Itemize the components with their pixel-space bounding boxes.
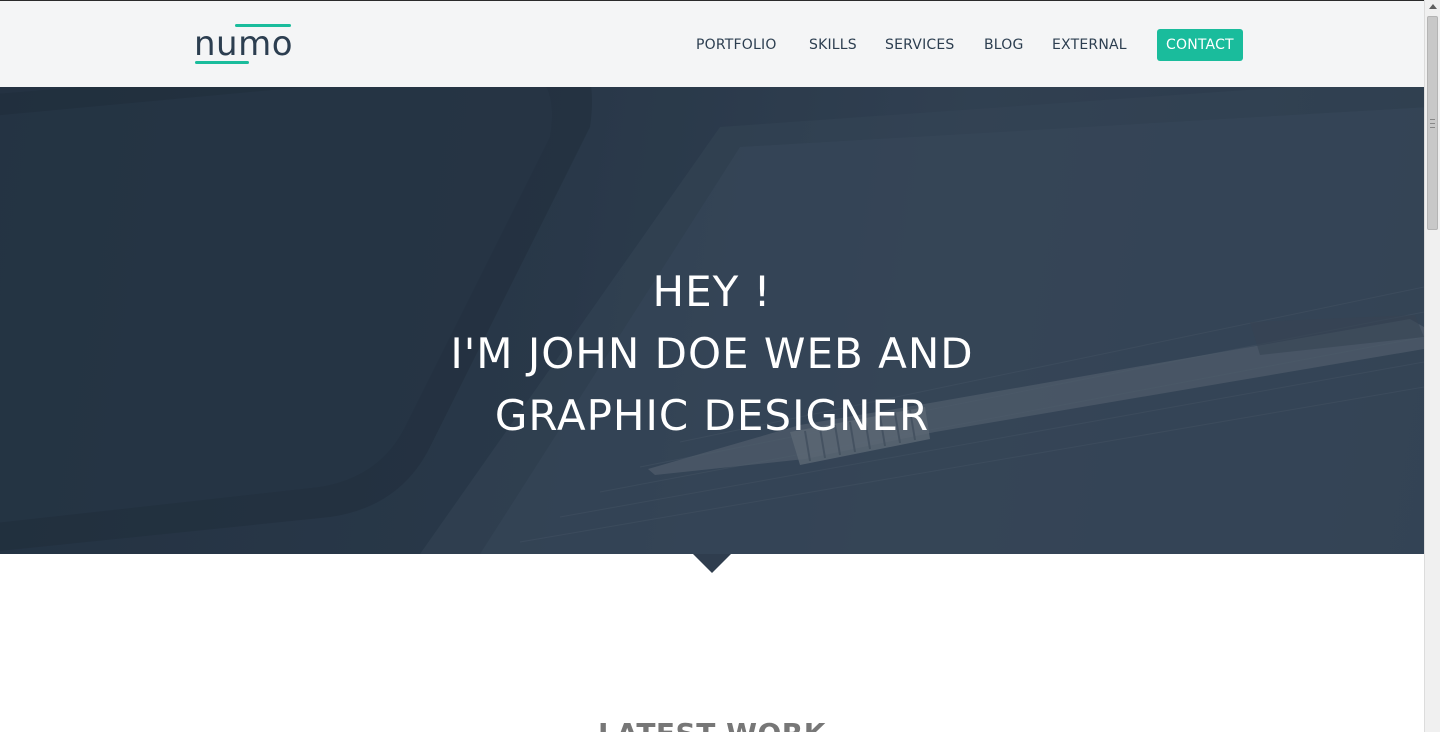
- page: numo PORTFOLIO SKILLS SERVICES BLOG EXTE…: [0, 0, 1424, 732]
- site-header: numo PORTFOLIO SKILLS SERVICES BLOG EXTE…: [0, 1, 1424, 87]
- scroll-up-icon[interactable]: [1429, 4, 1437, 9]
- hero-down-arrow: [693, 554, 731, 573]
- hero-line-role: GRAPHIC DESIGNER: [494, 391, 930, 441]
- hero-line-intro: I'M JOHN DOE WEB AND: [450, 329, 974, 379]
- menu-icon: [1430, 119, 1435, 128]
- nav-skills[interactable]: SKILLS: [809, 29, 857, 61]
- vertical-scrollbar[interactable]: [1424, 0, 1440, 732]
- nav-portfolio[interactable]: PORTFOLIO: [696, 29, 777, 61]
- nav-blog[interactable]: BLOG: [984, 29, 1024, 61]
- scrollbar-thumb[interactable]: [1427, 16, 1438, 230]
- nav-services[interactable]: SERVICES: [885, 29, 955, 61]
- latest-work-title: LATEST WORK: [0, 714, 1424, 732]
- main-nav: PORTFOLIO SKILLS SERVICES BLOG EXTERNAL …: [0, 29, 1424, 61]
- logo-accent-bottom: [195, 61, 249, 64]
- nav-contact-button[interactable]: CONTACT: [1157, 29, 1243, 61]
- hero-heading: HEY ! I'M JOHN DOE WEB AND GRAPHIC DESIG…: [0, 261, 1424, 447]
- nav-external[interactable]: EXTERNAL: [1052, 29, 1127, 61]
- hero-banner: HEY ! I'M JOHN DOE WEB AND GRAPHIC DESIG…: [0, 87, 1424, 554]
- hero-line-greeting: HEY !: [652, 267, 772, 317]
